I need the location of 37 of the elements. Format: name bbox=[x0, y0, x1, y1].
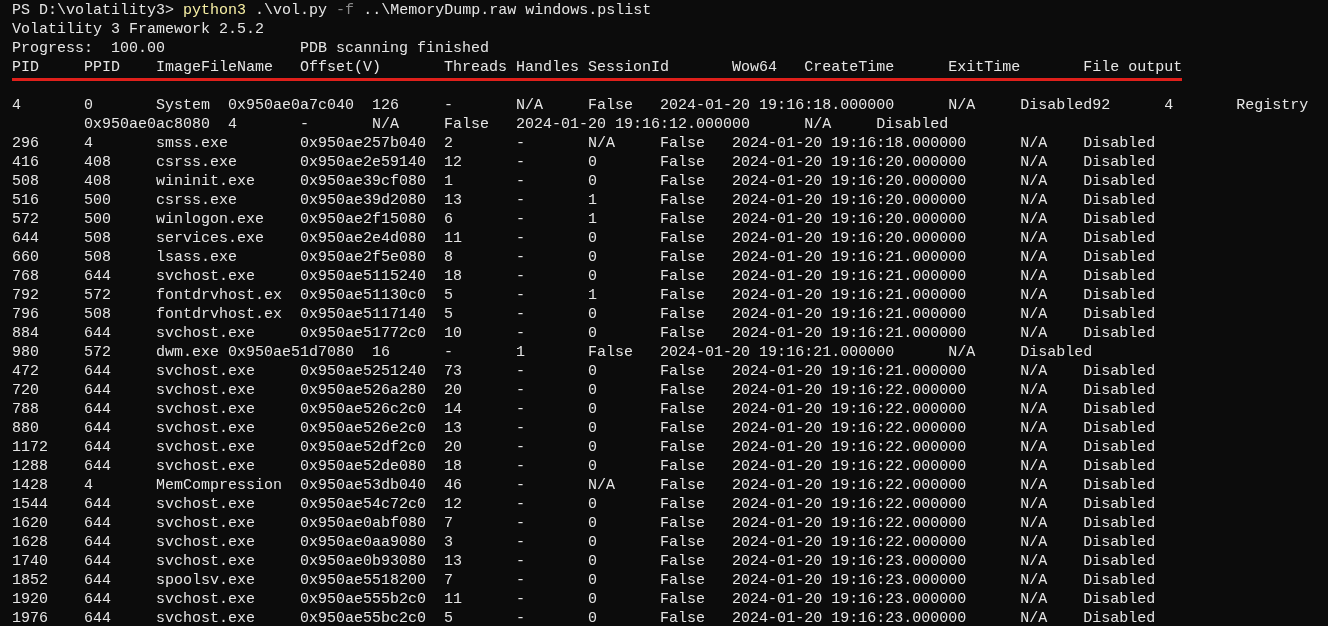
process-row: 880 644 svchost.exe 0x950ae526e2c0 13 - 0 False 2024-01-20 19:16:22.000000 N/A Disabled bbox=[12, 420, 1156, 437]
process-row: 472 644 svchost.exe 0x950ae5251240 73 - 0 False 2024-01-20 19:16:21.000000 N/A Disabled bbox=[12, 363, 1156, 380]
command-argument: ..\MemoryDump.raw bbox=[363, 2, 517, 19]
column-headers: PID PPID ImageFileName Offset(V) Threads Handles SessionId Wow64 CreateTime ExitTime File output bbox=[12, 58, 1183, 81]
command-argument: .\vol.py bbox=[255, 2, 328, 19]
process-row: 884 644 svchost.exe 0x950ae51772c0 10 - 0 False 2024-01-20 19:16:21.000000 N/A Disabled bbox=[12, 325, 1156, 342]
process-row: 1428 4 MemCompression 0x950ae53db040 46 - N/A False 2024-01-20 19:16:22.000000 N/A Disabled bbox=[12, 477, 1156, 494]
process-row: 1620 644 svchost.exe 0x950ae0abf080 7 - 0 False 2024-01-20 19:16:22.000000 N/A Disabled bbox=[12, 515, 1156, 532]
process-row: 416 408 csrss.exe 0x950ae2e59140 12 - 0 False 2024-01-20 19:16:20.000000 N/A Disabled bbox=[12, 154, 1156, 171]
process-row: 1172 644 svchost.exe 0x950ae52df2c0 20 - 0 False 2024-01-20 19:16:22.000000 N/A Disabled bbox=[12, 439, 1156, 456]
command-argument: windows.pslist bbox=[525, 2, 652, 19]
process-row: 508 408 wininit.exe 0x950ae39cf080 1 - 0 False 2024-01-20 19:16:20.000000 N/A Disabled bbox=[12, 173, 1156, 190]
process-row: 644 508 services.exe 0x950ae2e4d080 11 - 0 False 2024-01-20 19:16:20.000000 N/A Disabled bbox=[12, 230, 1156, 247]
output-line: Volatility 3 Framework 2.5.2 bbox=[12, 21, 265, 38]
process-row: 788 644 svchost.exe 0x950ae526c2c0 14 - 0 False 2024-01-20 19:16:22.000000 N/A Disabled bbox=[12, 401, 1156, 418]
process-row: 516 500 csrss.exe 0x950ae39d2080 13 - 1 False 2024-01-20 19:16:20.000000 N/A Disabled bbox=[12, 192, 1156, 209]
process-row: 296 4 smss.exe 0x950ae257b040 2 - N/A False 2024-01-20 19:16:18.000000 N/A Disabled bbox=[12, 135, 1156, 152]
process-row: 796 508 fontdrvhost.ex 0x950ae5117140 5 - 0 False 2024-01-20 19:16:21.000000 N/A Disabled bbox=[12, 306, 1156, 323]
process-row: 660 508 lsass.exe 0x950ae2f5e080 8 - 0 False 2024-01-20 19:16:21.000000 N/A Disabled bbox=[12, 249, 1156, 266]
process-row: 1544 644 svchost.exe 0x950ae54c72c0 12 - 0 False 2024-01-20 19:16:22.000000 N/A Disabled bbox=[12, 496, 1156, 513]
process-row: 1920 644 svchost.exe 0x950ae555b2c0 11 - 0 False 2024-01-20 19:16:23.000000 N/A Disabled bbox=[12, 591, 1156, 608]
prompt-text: PS D:\volatility3> bbox=[12, 2, 175, 19]
process-row: 1976 644 svchost.exe 0x950ae55bc2c0 5 - 0 False 2024-01-20 19:16:23.000000 N/A Disabled bbox=[12, 610, 1156, 626]
process-row: 1740 644 svchost.exe 0x950ae0b93080 13 - 0 False 2024-01-20 19:16:23.000000 N/A Disabled bbox=[12, 553, 1156, 570]
process-row: 720 644 svchost.exe 0x950ae526a280 20 - 0 False 2024-01-20 19:16:22.000000 N/A Disabled bbox=[12, 382, 1156, 399]
process-row: 572 500 winlogon.exe 0x950ae2f15080 6 - 1 False 2024-01-20 19:16:20.000000 N/A Disabled bbox=[12, 211, 1156, 228]
command-option: -f bbox=[336, 2, 355, 19]
process-row: 4 0 System 0x950ae0a7c040 126 - N/A False 2024-01-20 19:16:18.000000 N/A Disabled92 4 Registry bbox=[12, 97, 1309, 114]
process-row-text: 0x950ae0ac8080 4 - N/A False 2024-01-20 19:16:12.000000 N/A Disabled bbox=[83, 116, 949, 133]
process-row: 768 644 svchost.exe 0x950ae5115240 18 - 0 False 2024-01-20 19:16:21.000000 N/A Disabled bbox=[12, 268, 1156, 285]
process-row: 1852 644 spoolsv.exe 0x950ae5518200 7 - 0 False 2024-01-20 19:16:23.000000 N/A Disabled bbox=[12, 572, 1156, 589]
process-row: 792 572 fontdrvhost.ex 0x950ae51130c0 5 - 1 False 2024-01-20 19:16:21.000000 N/A Disabled bbox=[12, 287, 1156, 304]
process-row: 980 572 dwm.exe 0x950ae51d7080 16 - 1 False 2024-01-20 19:16:21.000000 N/A Disabled bbox=[12, 344, 1093, 361]
command-name: python3 bbox=[183, 2, 247, 19]
process-row: 1628 644 svchost.exe 0x950ae0aa9080 3 - 0 False 2024-01-20 19:16:22.000000 N/A Disabled bbox=[12, 534, 1156, 551]
output-line: Progress: 100.00 PDB scanning finished bbox=[12, 40, 490, 57]
process-row: 1288 644 svchost.exe 0x950ae52de080 18 - 0 False 2024-01-20 19:16:22.000000 N/A Disabled bbox=[12, 458, 1156, 475]
